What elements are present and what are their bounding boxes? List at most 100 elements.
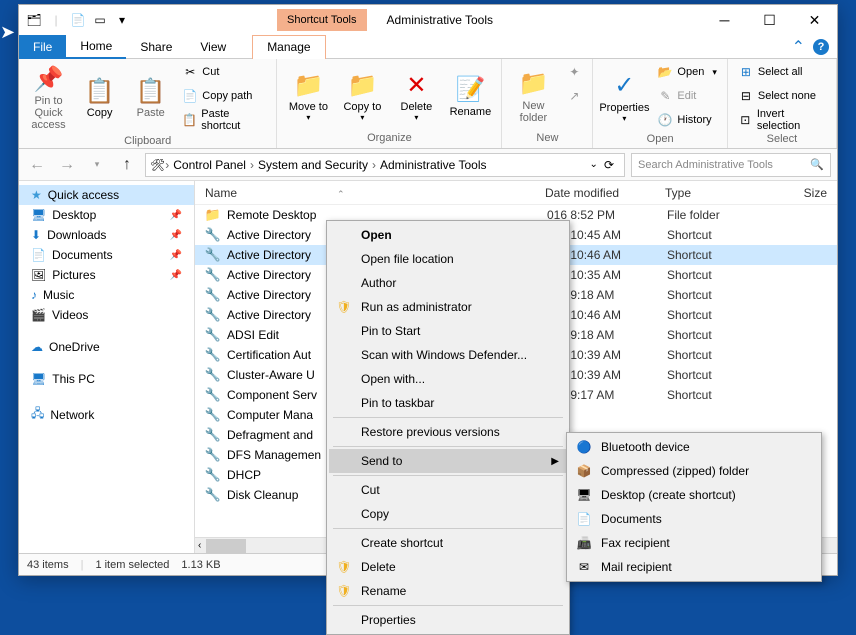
sidebar-thispc[interactable]: 🖥This PC: [19, 369, 194, 389]
pasteshortcut-button[interactable]: 📋Paste shortcut: [178, 109, 270, 131]
menu-item[interactable]: Cut: [329, 478, 567, 502]
collapse-ribbon-icon[interactable]: ⌃: [792, 37, 805, 57]
file-type: Shortcut: [667, 268, 767, 282]
selectnone-icon: ⊟: [738, 88, 754, 104]
newitem-button[interactable]: ✦: [562, 61, 586, 83]
sort-indicator-icon: ⌃: [337, 189, 345, 199]
menu-item[interactable]: Pin to Start: [329, 319, 567, 343]
up-button[interactable]: ↑: [115, 153, 139, 177]
menu-item[interactable]: Scan with Windows Defender...: [329, 343, 567, 367]
close-button[interactable]: ✕: [792, 5, 837, 35]
sidebar-videos[interactable]: 🎬Videos: [19, 305, 194, 325]
properties-button[interactable]: ✓Properties▾: [599, 61, 649, 131]
qat-dropdown-icon[interactable]: ▾: [113, 11, 131, 29]
breadcrumb-dropdown-icon[interactable]: ⌄: [590, 159, 598, 170]
properties-icon[interactable]: 📄: [69, 11, 87, 29]
forward-button[interactable]: →: [55, 153, 79, 177]
col-name[interactable]: Name⌃: [205, 186, 545, 200]
sidebar-network[interactable]: 🖧Network: [19, 401, 194, 428]
crumb-1[interactable]: Control Panel: [169, 158, 250, 172]
help-icon[interactable]: ?: [813, 39, 829, 55]
menu-item[interactable]: Restore previous versions: [329, 420, 567, 444]
sidebar-pictures[interactable]: 🖼Pictures📌: [19, 265, 194, 285]
submenu-item[interactable]: 📠Fax recipient: [569, 531, 819, 555]
sidebar-desktop[interactable]: 🖥Desktop📌: [19, 205, 194, 225]
col-size[interactable]: Size: [765, 186, 827, 200]
search-input[interactable]: Search Administrative Tools 🔍: [631, 153, 831, 177]
tab-view[interactable]: View: [186, 35, 240, 59]
recent-button[interactable]: ▾: [85, 153, 109, 177]
menu-item[interactable]: Create shortcut: [329, 531, 567, 555]
submenu-item[interactable]: 🖥Desktop (create shortcut): [569, 483, 819, 507]
sendto-submenu[interactable]: 🔵Bluetooth device📦Compressed (zipped) fo…: [566, 432, 822, 582]
menu-item[interactable]: Author: [329, 271, 567, 295]
history-button[interactable]: 🕐History: [653, 109, 720, 131]
submenu-item[interactable]: 🔵Bluetooth device: [569, 435, 819, 459]
menu-item[interactable]: Copy: [329, 502, 567, 526]
menu-item-label: Create shortcut: [361, 536, 443, 550]
easyaccess-button[interactable]: ↗: [562, 85, 586, 107]
newfolder-icon[interactable]: ▭: [91, 11, 109, 29]
thispc-icon: 🖥: [31, 372, 46, 386]
col-type[interactable]: Type: [665, 186, 765, 200]
scroll-left-icon[interactable]: ‹: [195, 540, 204, 551]
copyto-button[interactable]: 📁Copy to▾: [337, 61, 387, 130]
moveto-button[interactable]: 📁Move to▾: [283, 61, 333, 130]
menu-item[interactable]: 🛡Delete: [329, 555, 567, 579]
sidebar-downloads[interactable]: ⬇Downloads📌: [19, 225, 194, 245]
tab-file[interactable]: File: [19, 35, 66, 59]
delete-button[interactable]: ✕Delete▾: [391, 61, 441, 130]
rename-button[interactable]: 📝Rename: [445, 61, 495, 130]
context-menu[interactable]: OpenOpen file locationAuthor🛡Run as admi…: [326, 220, 570, 635]
open-button[interactable]: 📂Open▾: [653, 61, 720, 83]
maximize-button[interactable]: ☐: [747, 5, 792, 35]
edit-icon: ✎: [657, 88, 673, 104]
menu-item-label: Pin to taskbar: [361, 396, 434, 410]
copypath-button[interactable]: 📄Copy path: [178, 85, 270, 107]
menu-item[interactable]: Send to▶: [329, 449, 567, 473]
tab-home[interactable]: Home: [66, 35, 126, 59]
menu-item-label: Restore previous versions: [361, 425, 500, 439]
menu-item[interactable]: Properties: [329, 608, 567, 632]
sidebar-music[interactable]: ♪Music: [19, 285, 194, 305]
back-button[interactable]: ←: [25, 153, 49, 177]
copy-button[interactable]: 📋Copy: [76, 61, 123, 133]
sidebar-documents[interactable]: 📄Documents📌: [19, 245, 194, 265]
edit-button[interactable]: ✎Edit: [653, 85, 720, 107]
invert-button[interactable]: ⊡Invert selection: [734, 109, 830, 131]
menu-item[interactable]: Open with...: [329, 367, 567, 391]
crumb-2[interactable]: System and Security: [254, 158, 372, 172]
tab-share[interactable]: Share: [126, 35, 186, 59]
tab-manage[interactable]: Manage: [252, 35, 325, 59]
sidebar-onedrive[interactable]: ☁OneDrive: [19, 337, 194, 357]
pin-button[interactable]: 📌Pin to Quick access: [25, 61, 72, 133]
sidebar-quick-access[interactable]: ★Quick access: [19, 185, 194, 205]
selectall-button[interactable]: ⊞Select all: [734, 61, 830, 83]
newfolder-button[interactable]: 📁New folder: [508, 61, 558, 130]
menu-item[interactable]: Open file location: [329, 247, 567, 271]
paste-icon: 📋: [135, 75, 167, 107]
selectnone-button[interactable]: ⊟Select none: [734, 85, 830, 107]
crumb-3[interactable]: Administrative Tools: [376, 158, 491, 172]
rename-icon: 📝: [454, 74, 486, 106]
shortcut-icon: 🔧: [205, 267, 221, 283]
breadcrumb[interactable]: 🛠 › Control Panel › System and Security …: [145, 153, 625, 177]
menu-item[interactable]: 🛡Run as administrator: [329, 295, 567, 319]
menu-separator: [333, 605, 563, 606]
scroll-thumb[interactable]: [206, 539, 246, 553]
shortcut-icon: 🔧: [205, 347, 221, 363]
refresh-icon[interactable]: ⟳: [598, 158, 620, 172]
menu-item[interactable]: Pin to taskbar: [329, 391, 567, 415]
cut-button[interactable]: ✂Cut: [178, 61, 270, 83]
pin-icon: 📌: [170, 270, 182, 281]
submenu-item[interactable]: 📦Compressed (zipped) folder: [569, 459, 819, 483]
submenu-item[interactable]: 📄Documents: [569, 507, 819, 531]
menu-item[interactable]: 🛡Rename: [329, 579, 567, 603]
minimize-button[interactable]: ─: [702, 5, 747, 35]
file-type: File folder: [667, 208, 767, 222]
submenu-item[interactable]: ✉Mail recipient: [569, 555, 819, 579]
paste-button[interactable]: 📋Paste: [127, 61, 174, 133]
menu-item[interactable]: Open: [329, 223, 567, 247]
col-date[interactable]: Date modified: [545, 186, 665, 200]
moveto-icon: 📁: [292, 69, 324, 101]
